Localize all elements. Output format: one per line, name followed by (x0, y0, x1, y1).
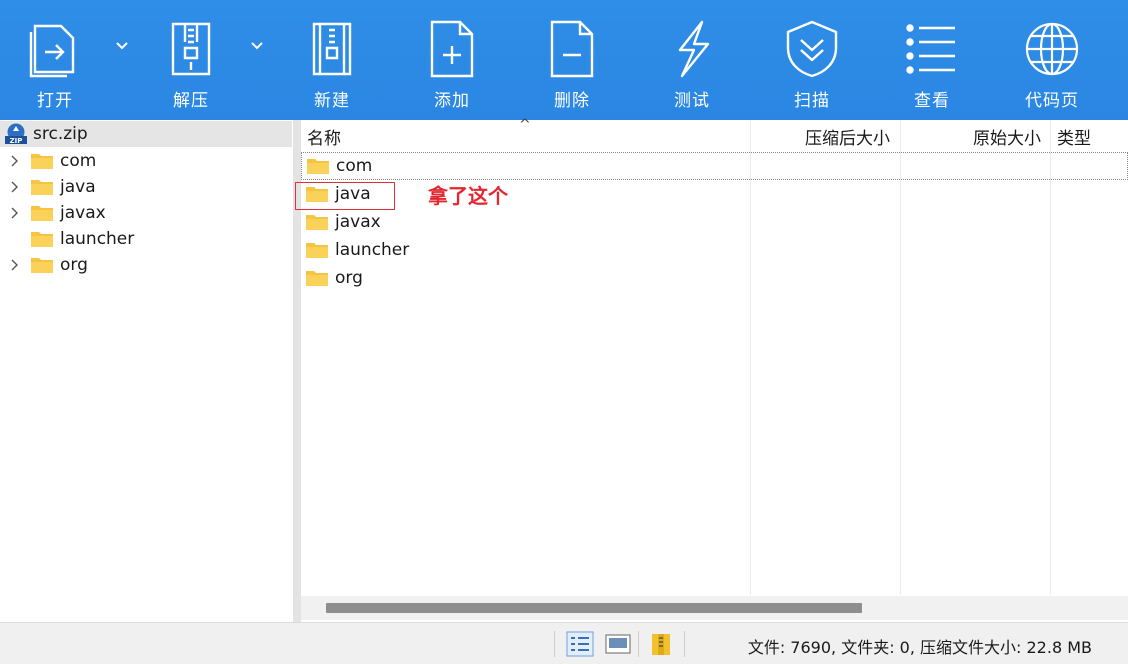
svg-text:ZIP: ZIP (10, 137, 23, 145)
test-bolt-icon (662, 18, 722, 80)
expand-chevron-icon[interactable] (0, 252, 30, 278)
delete-label: 删除 (554, 91, 590, 111)
list-row-launcher[interactable]: launcher (301, 236, 1128, 264)
tree-item-launcher[interactable]: launcher (0, 226, 292, 252)
add-label: 添加 (434, 91, 470, 111)
folder-icon (31, 232, 53, 247)
tree-item-org[interactable]: org (0, 252, 292, 278)
folder-icon (307, 159, 329, 174)
new-button[interactable]: 新建 (287, 0, 377, 120)
folder-icon (31, 180, 53, 195)
list-row-java[interactable]: java (301, 180, 1128, 208)
scan-shield-icon (782, 18, 842, 80)
folder-icon (306, 243, 328, 258)
annotation-text: 拿了这个 (428, 184, 508, 208)
folder-tree: ZIP src.zip com java javax launcher org (0, 120, 293, 622)
sort-ascending-icon: ^ (519, 117, 531, 133)
scan-label: 扫描 (794, 91, 830, 111)
folder-icon (31, 206, 53, 221)
list-row-org[interactable]: org (301, 264, 1128, 292)
tree-item-label: launcher (60, 229, 135, 249)
new-archive-icon (302, 18, 362, 80)
expand-chevron-icon[interactable] (0, 200, 30, 226)
tree-root-src-zip[interactable]: ZIP src.zip (0, 121, 292, 147)
view-list-icon (902, 18, 962, 80)
open-dropdown-chevron-icon[interactable] (113, 36, 131, 56)
file-list: ^ 名称 压缩后大小 原始大小 类型 com java javax launch… (301, 117, 1128, 622)
view-label: 查看 (914, 91, 950, 111)
toolbar: 打开 解压 新建 添加 删除 测试 扫描 查看 代码页 (0, 0, 1128, 120)
list-row-javax[interactable]: javax (301, 208, 1128, 236)
folder-icon (31, 258, 53, 273)
list-row-label: org (335, 268, 363, 288)
annotation-highlight-box (295, 182, 395, 210)
extract-label: 解压 (173, 91, 209, 111)
expand-chevron-icon[interactable] (0, 148, 30, 174)
new-label: 新建 (314, 91, 350, 111)
tree-item-label: com (60, 151, 97, 171)
list-row-label: com (336, 156, 373, 176)
expand-chevron-icon[interactable] (0, 174, 30, 200)
details-view-icon[interactable] (566, 631, 594, 657)
add-button[interactable]: 添加 (407, 0, 497, 120)
extract-button[interactable]: 解压 (146, 0, 236, 120)
column-type[interactable]: 类型 (1057, 120, 1091, 152)
archive-info-icon[interactable] (648, 631, 676, 657)
test-label: 测试 (674, 91, 710, 111)
tree-root-label: src.zip (33, 124, 88, 144)
extract-icon (161, 18, 221, 80)
delete-file-icon (542, 18, 602, 80)
tree-item-com[interactable]: com (0, 148, 292, 174)
tree-item-java[interactable]: java (0, 174, 292, 200)
extract-dropdown-chevron-icon[interactable] (248, 36, 266, 56)
codepage-label: 代码页 (1025, 91, 1079, 111)
zip-archive-icon: ZIP (5, 123, 27, 145)
folder-icon (306, 271, 328, 286)
list-row-label: javax (335, 212, 381, 232)
tree-item-label: java (60, 177, 96, 197)
column-compressed-size[interactable]: 压缩后大小 (805, 120, 890, 152)
scrollbar-thumb[interactable] (326, 603, 862, 613)
open-label: 打开 (37, 91, 73, 111)
column-original-size[interactable]: 原始大小 (973, 120, 1041, 152)
horizontal-scrollbar[interactable] (301, 596, 1128, 620)
thumbnail-view-icon[interactable] (604, 631, 632, 657)
scan-button[interactable]: 扫描 (767, 0, 857, 120)
open-icon (25, 18, 85, 80)
add-file-icon (422, 18, 482, 80)
test-button[interactable]: 测试 (647, 0, 737, 120)
list-row-label: launcher (335, 240, 410, 260)
folder-icon (31, 154, 53, 169)
tree-item-label: javax (60, 203, 106, 223)
column-name[interactable]: 名称 (307, 120, 341, 152)
open-button[interactable]: 打开 (10, 0, 100, 120)
tree-item-javax[interactable]: javax (0, 200, 292, 226)
status-bar: 文件: 7690, 文件夹: 0, 压缩文件大小: 22.8 MB (0, 622, 1128, 664)
delete-button[interactable]: 删除 (527, 0, 617, 120)
tree-item-label: org (60, 255, 88, 275)
status-text: 文件: 7690, 文件夹: 0, 压缩文件大小: 22.8 MB (747, 638, 1092, 657)
codepage-button[interactable]: 代码页 (1007, 0, 1097, 120)
column-header: ^ 名称 压缩后大小 原始大小 类型 (301, 117, 1128, 152)
codepage-globe-icon (1022, 18, 1082, 80)
list-row-com[interactable]: com (301, 152, 1128, 180)
folder-icon (306, 215, 328, 230)
view-button[interactable]: 查看 (887, 0, 977, 120)
